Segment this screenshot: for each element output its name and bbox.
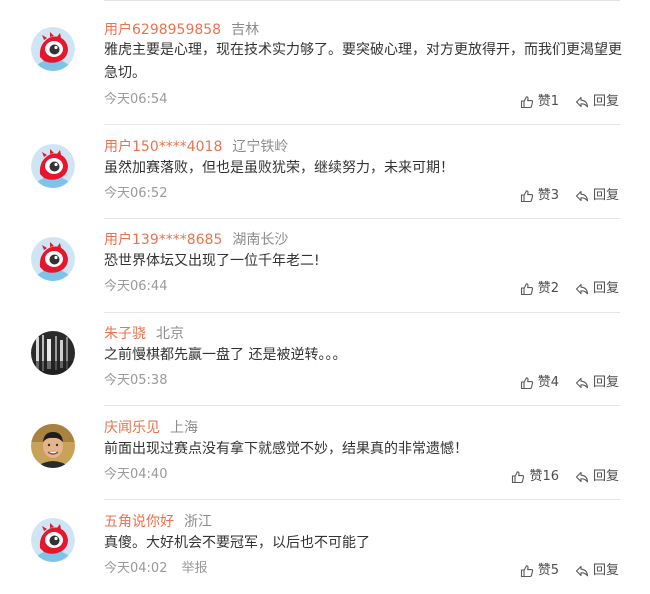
reply-button[interactable]: 回复 <box>575 281 619 297</box>
reply-arrow-icon <box>575 376 593 390</box>
top-divider <box>104 0 620 1</box>
username-link[interactable]: 用户6298959858 <box>104 22 221 38</box>
comment-divider <box>104 124 620 125</box>
user-location: 辽宁铁岭 <box>232 139 289 155</box>
comment-meta: 今天05:38 <box>104 373 167 389</box>
comment-actions: 赞2 回复 <box>520 281 619 297</box>
user-location: 北京 <box>156 326 184 342</box>
like-count: 赞2 <box>537 281 559 296</box>
comment-actions: 赞4 回复 <box>520 375 619 391</box>
reply-button[interactable]: 回复 <box>575 188 619 204</box>
user-location: 湖南长沙 <box>232 232 289 248</box>
comment-divider <box>104 218 620 219</box>
comment-divider <box>104 499 620 500</box>
reply-arrow-icon <box>575 95 593 109</box>
thumbs-up-icon <box>520 189 538 203</box>
reply-arrow-icon <box>575 282 593 296</box>
reply-button[interactable]: 回复 <box>575 469 619 485</box>
like-button[interactable]: 赞1 <box>520 94 559 110</box>
thumbs-up-icon <box>520 282 538 296</box>
like-count: 赞1 <box>537 94 559 109</box>
like-count: 赞5 <box>537 563 559 578</box>
reply-button[interactable]: 回复 <box>575 94 619 110</box>
like-button[interactable]: 赞16 <box>511 469 559 485</box>
comment-header: 用户139****8685 湖南长沙 <box>104 231 288 249</box>
reply-label: 回复 <box>592 281 619 296</box>
like-count: 赞3 <box>537 188 559 203</box>
reply-label: 回复 <box>592 188 619 203</box>
username-link[interactable]: 用户139****8685 <box>104 232 222 248</box>
comment-timestamp: 今天06:52 <box>104 186 168 201</box>
comment-text: 真傻。大好机会不要冠军，以后也不可能了 <box>104 535 370 551</box>
comment-text: 雅虎主要是心理，现在技术实力够了。要突破心理，对方更放得开，而我们更渴望更急切。 <box>104 42 622 81</box>
reply-label: 回复 <box>592 563 619 578</box>
reply-arrow-icon <box>575 189 593 203</box>
user-avatar[interactable] <box>31 144 75 188</box>
user-avatar[interactable] <box>31 27 75 71</box>
username-link[interactable]: 庆闻乐见 <box>104 420 160 436</box>
username-link[interactable]: 五角说你好 <box>104 514 174 530</box>
user-location: 上海 <box>170 420 198 436</box>
report-link[interactable]: 举报 <box>181 561 207 576</box>
username-link[interactable]: 用户150****4018 <box>104 139 222 155</box>
comment-text: 恐世界体坛又出现了一位千年老二! <box>104 253 320 269</box>
reply-label: 回复 <box>592 375 619 390</box>
comment-text: 虽然加赛落败，但也是虽败犹荣，继续努力，未来可期！ <box>104 160 454 176</box>
comment-header: 用户150****4018 辽宁铁岭 <box>104 138 288 156</box>
thumbs-up-icon <box>511 470 529 484</box>
comment-header: 五角说你好 浙江 <box>104 513 212 531</box>
username-link[interactable]: 朱子骁 <box>104 326 146 342</box>
comment-meta: 今天04:02 举报 <box>104 561 207 577</box>
user-location: 浙江 <box>184 514 212 530</box>
comment-meta: 今天04:40 <box>104 467 167 483</box>
thumbs-up-icon <box>520 95 538 109</box>
user-avatar[interactable] <box>31 424 75 468</box>
comment-timestamp: 今天04:40 <box>104 467 168 482</box>
comment-divider <box>104 405 620 406</box>
reply-button[interactable]: 回复 <box>575 563 619 579</box>
comment-actions: 赞16 回复 <box>511 469 619 485</box>
user-avatar[interactable] <box>31 331 75 375</box>
comment-text: 之前慢棋都先赢一盘了 还是被逆转。。。 <box>104 347 347 363</box>
comment-timestamp: 今天06:54 <box>104 92 168 107</box>
like-button[interactable]: 赞5 <box>520 563 559 579</box>
reply-label: 回复 <box>592 94 619 109</box>
comment-timestamp: 今天04:02 <box>104 561 168 576</box>
comment-meta: 今天06:54 <box>104 92 167 108</box>
thumbs-up-icon <box>520 376 538 390</box>
reply-label: 回复 <box>592 469 619 484</box>
comment-timestamp: 今天06:44 <box>104 279 168 294</box>
comment-meta: 今天06:44 <box>104 279 167 295</box>
like-button[interactable]: 赞4 <box>520 375 559 391</box>
like-count: 赞4 <box>537 375 559 390</box>
user-location: 吉林 <box>231 22 260 38</box>
comment-divider <box>104 312 620 313</box>
reply-button[interactable]: 回复 <box>575 375 619 391</box>
user-avatar[interactable] <box>31 518 75 562</box>
like-button[interactable]: 赞3 <box>520 188 559 204</box>
comment-timestamp: 今天05:38 <box>104 373 168 388</box>
like-button[interactable]: 赞2 <box>520 281 559 297</box>
reply-arrow-icon <box>575 470 593 484</box>
comment-header: 庆闻乐见 上海 <box>104 419 198 437</box>
comment-meta: 今天06:52 <box>104 186 167 202</box>
comment-actions: 赞1 回复 <box>520 94 619 110</box>
comment-header: 朱子骁 北京 <box>104 325 184 343</box>
reply-arrow-icon <box>575 564 593 578</box>
comment-text: 前面出现过赛点没有拿下就感觉不妙，结果真的非常遗憾！ <box>104 441 468 457</box>
comment-actions: 赞3 回复 <box>520 188 619 204</box>
thumbs-up-icon <box>520 564 538 578</box>
comment-actions: 赞5 回复 <box>520 563 619 579</box>
comment-header: 用户6298959858 吉林 <box>104 21 259 39</box>
like-count: 赞16 <box>529 469 559 484</box>
user-avatar[interactable] <box>31 237 75 281</box>
